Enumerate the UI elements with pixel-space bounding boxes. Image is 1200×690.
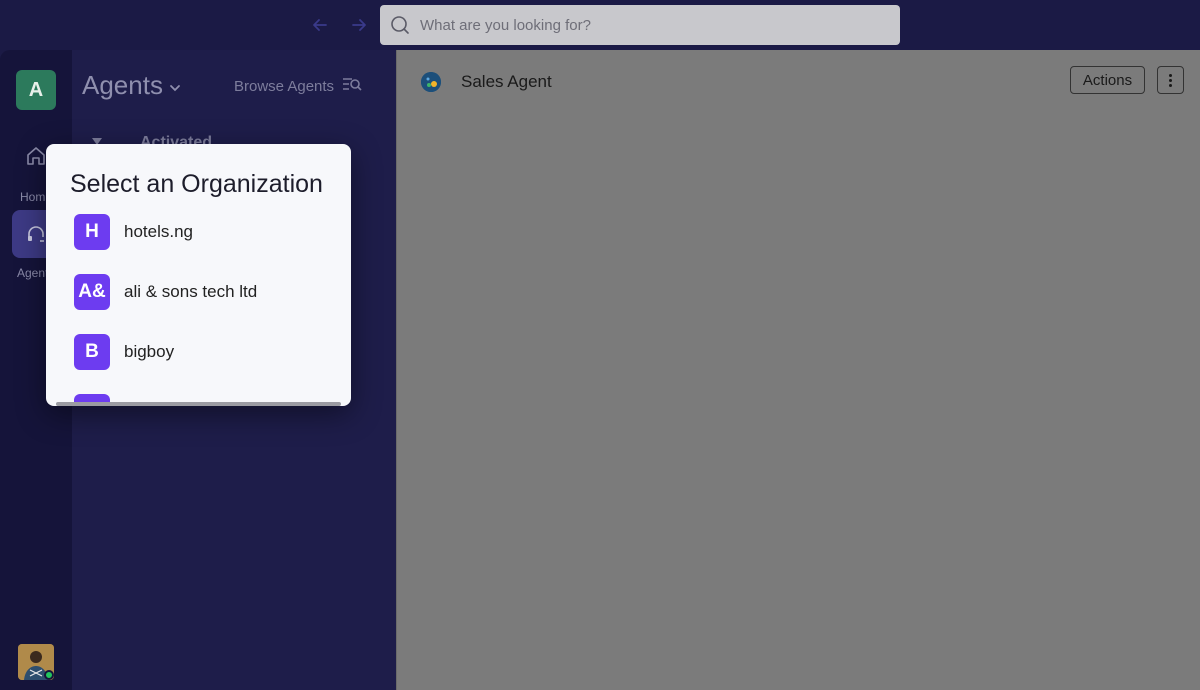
agent-name: Sales Agent bbox=[461, 72, 552, 91]
search-bar[interactable] bbox=[380, 5, 900, 45]
headset-icon bbox=[25, 223, 47, 245]
online-status-dot bbox=[44, 670, 54, 680]
browse-agents-label: Browse Agents bbox=[234, 77, 335, 95]
browse-search-icon bbox=[342, 76, 362, 96]
back-arrow-icon[interactable] bbox=[308, 13, 332, 37]
top-bar bbox=[0, 0, 1200, 50]
browse-agents-button[interactable]: Browse Agents bbox=[234, 76, 362, 96]
org-item-hotels[interactable]: H hotels.ng bbox=[74, 214, 334, 250]
agents-dropdown[interactable]: Agents bbox=[82, 70, 181, 101]
org-name: bigboy bbox=[124, 342, 175, 361]
forward-arrow-icon[interactable] bbox=[347, 13, 371, 37]
main-content: Sales Agent Actions bbox=[396, 50, 1200, 690]
org-badge: A& bbox=[74, 274, 110, 310]
search-input[interactable] bbox=[420, 5, 890, 45]
org-badge: B bbox=[74, 334, 110, 370]
search-icon bbox=[390, 15, 410, 35]
home-icon bbox=[25, 145, 47, 167]
kebab-dot bbox=[1169, 83, 1172, 87]
agents-title: Agents bbox=[82, 70, 163, 100]
agent-logo-icon bbox=[421, 72, 441, 92]
kebab-dot bbox=[1169, 78, 1172, 82]
org-avatar[interactable]: A bbox=[16, 70, 56, 110]
org-name: ali & sons tech ltd bbox=[124, 282, 258, 301]
org-name: hotels.ng bbox=[124, 222, 193, 241]
kebab-dot bbox=[1169, 73, 1172, 77]
rail-label-agents: Agent bbox=[17, 266, 49, 280]
select-organization-modal: Select an Organization H hotels.ng A& al… bbox=[46, 144, 351, 406]
org-badge: H bbox=[74, 214, 110, 250]
more-options-button[interactable] bbox=[1157, 66, 1184, 94]
actions-button[interactable]: Actions bbox=[1070, 66, 1145, 94]
org-item-ali-sons[interactable]: A& ali & sons tech ltd bbox=[74, 274, 334, 310]
chevron-down-icon bbox=[169, 70, 181, 101]
rail-label-home: Hom bbox=[20, 190, 46, 204]
horizontal-scrollbar[interactable] bbox=[56, 402, 341, 406]
org-item-bigboy[interactable]: B bigboy bbox=[74, 334, 334, 370]
modal-title: Select an Organization bbox=[70, 170, 323, 198]
